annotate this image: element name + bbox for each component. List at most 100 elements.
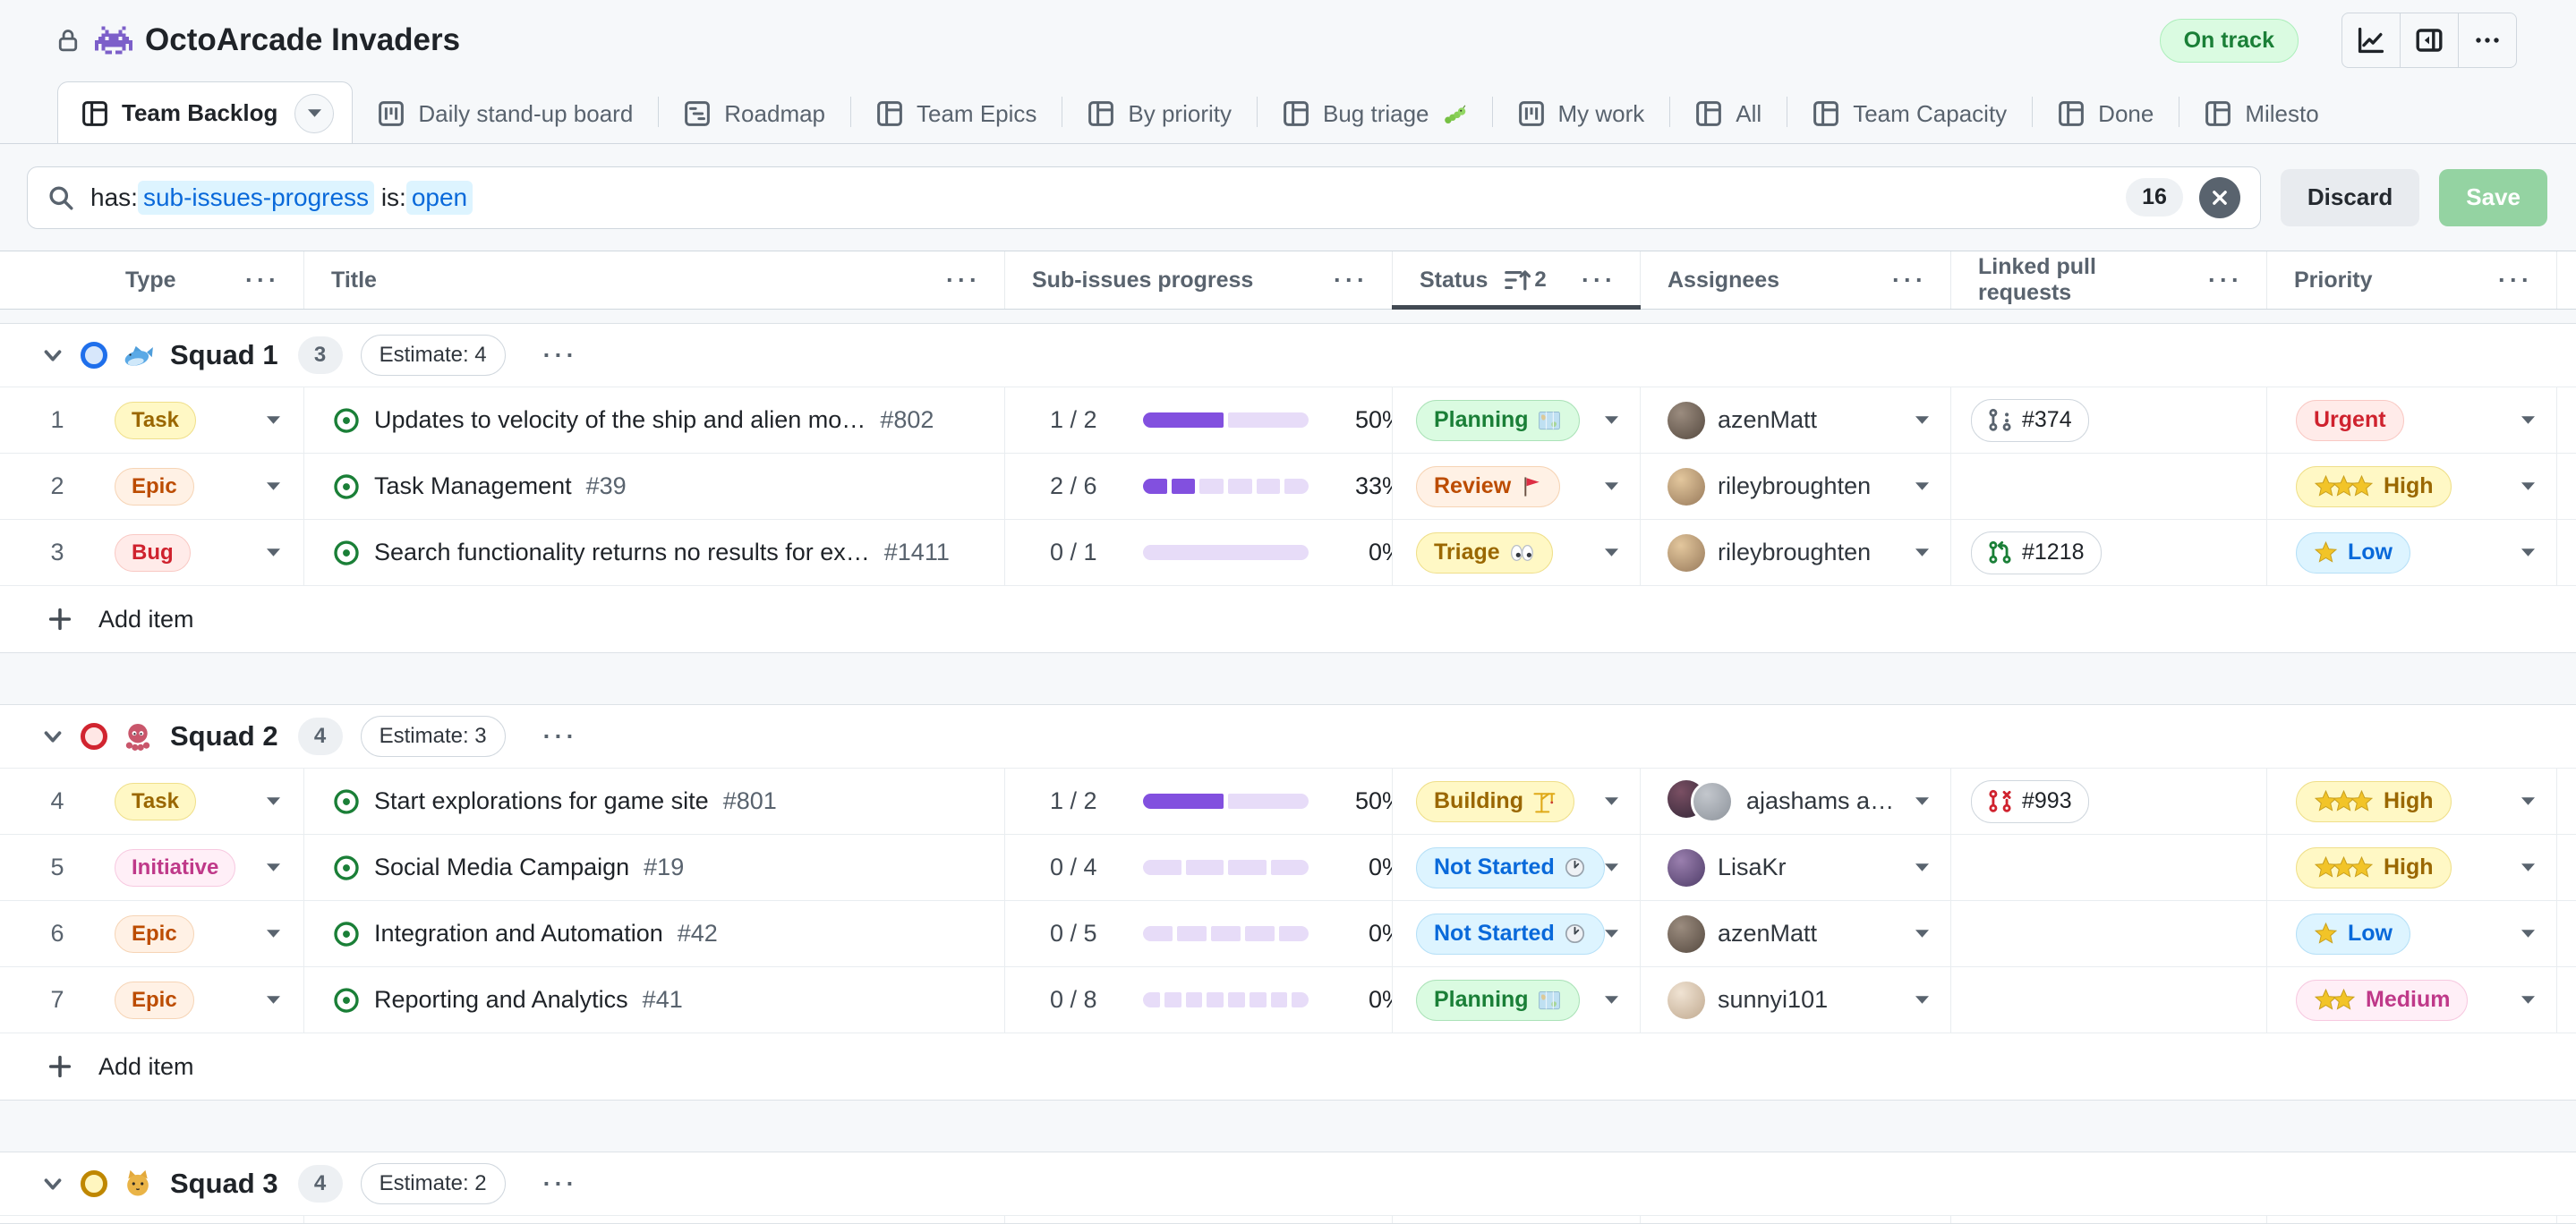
tab-label: My work bbox=[1558, 100, 1645, 128]
tab-done[interactable]: Done bbox=[2033, 84, 2179, 143]
cell-assignees[interactable]: azenMatt bbox=[1641, 387, 1951, 453]
cell-linked-pull-requests[interactable] bbox=[1951, 901, 2267, 966]
discard-button[interactable]: Discard bbox=[2281, 169, 2419, 226]
progress-segment bbox=[1279, 926, 1309, 941]
progress-fraction: 0 / 5 bbox=[1050, 920, 1120, 948]
collapse-chevron-icon[interactable] bbox=[39, 723, 66, 750]
cell-status[interactable]: Building bbox=[1393, 769, 1641, 834]
collapse-chevron-icon[interactable] bbox=[39, 1170, 66, 1197]
column-menu-button[interactable]: ··· bbox=[1892, 267, 1927, 294]
cell-priority[interactable]: High bbox=[2267, 454, 2557, 519]
cell-priority[interactable]: Low bbox=[2267, 520, 2557, 585]
cell-assignees[interactable]: sunnyi101 bbox=[1641, 967, 1951, 1033]
cell-linked-pull-requests[interactable] bbox=[1951, 835, 2267, 900]
cell-title[interactable]: Integration and Automation#42 bbox=[304, 901, 1005, 966]
group-menu-button[interactable]: ··· bbox=[543, 342, 578, 370]
cell-type[interactable]: 1Task bbox=[0, 387, 304, 453]
cell-title[interactable]: Search functionality returns no results … bbox=[304, 520, 1005, 585]
header-ellipsis-button[interactable] bbox=[2458, 13, 2516, 67]
plus-icon bbox=[47, 606, 73, 633]
group-menu-button[interactable]: ··· bbox=[543, 723, 578, 751]
cell-sub-issues-progress: 0 / 10% bbox=[1005, 520, 1393, 585]
cell-title[interactable]: Task Management#39 bbox=[304, 454, 1005, 519]
column-menu-button[interactable]: ··· bbox=[946, 267, 981, 294]
cell-linked-pull-requests[interactable] bbox=[1951, 967, 2267, 1033]
add-item-button[interactable]: Add item bbox=[0, 1033, 2576, 1100]
column-header-linked-pull-requests[interactable]: Linked pull requests··· bbox=[1951, 251, 2267, 309]
cell-sub-issues-progress: 1 / 250% bbox=[1005, 387, 1393, 453]
column-menu-button[interactable]: ··· bbox=[1334, 267, 1369, 294]
cell-type[interactable]: 7Epic bbox=[0, 967, 304, 1033]
cell-status[interactable]: Not Started bbox=[1393, 901, 1641, 966]
cell-status[interactable]: Not Started bbox=[1393, 835, 1641, 900]
filter-input[interactable]: has:sub-issues-progress is:open 16 bbox=[27, 166, 2261, 229]
tab-team-backlog[interactable]: Team Backlog bbox=[57, 81, 353, 144]
column-header-status[interactable]: Status2··· bbox=[1393, 251, 1641, 309]
cell-status[interactable]: Planning bbox=[1393, 967, 1641, 1033]
tab-daily-stand-up-board[interactable]: Daily stand-up board bbox=[353, 84, 658, 143]
cell-title[interactable]: Reporting and Analytics#41 bbox=[304, 967, 1005, 1033]
cell-assignees[interactable]: rileybroughten bbox=[1641, 454, 1951, 519]
progress-segment bbox=[1211, 926, 1241, 941]
column-header-title[interactable]: Title··· bbox=[304, 251, 1005, 309]
column-menu-button[interactable]: ··· bbox=[245, 267, 280, 294]
column-menu-button[interactable]: ··· bbox=[2498, 267, 2533, 294]
cell-status[interactable]: Planning bbox=[1393, 387, 1641, 453]
pull-request-link[interactable]: #1218 bbox=[1971, 531, 2102, 574]
column-header-priority[interactable]: Priority··· bbox=[2267, 251, 2557, 309]
column-header-sub-issues-progress[interactable]: Sub-issues progress··· bbox=[1005, 251, 1393, 309]
cell-priority[interactable]: High bbox=[2267, 835, 2557, 900]
column-menu-button[interactable]: ··· bbox=[2208, 267, 2243, 294]
cell-type[interactable]: 6Epic bbox=[0, 901, 304, 966]
cell-priority[interactable]: Medium bbox=[2267, 967, 2557, 1033]
column-header-assignees[interactable]: Assignees··· bbox=[1641, 251, 1951, 309]
cell-assignees[interactable]: ajashams and… bbox=[1641, 769, 1951, 834]
tab-menu-caret[interactable] bbox=[294, 94, 334, 133]
cell-assignees[interactable]: rileybroughten bbox=[1641, 520, 1951, 585]
cell-linked-pull-requests[interactable]: #374 bbox=[1951, 387, 2267, 453]
add-item-button[interactable]: Add item bbox=[0, 585, 2576, 652]
dropdown-caret-icon bbox=[267, 797, 280, 805]
side-panel-button[interactable] bbox=[2400, 13, 2458, 67]
clear-filter-button[interactable] bbox=[2199, 177, 2240, 218]
insights-chart-button[interactable] bbox=[2342, 13, 2400, 67]
cell-status[interactable]: Review bbox=[1393, 454, 1641, 519]
cell-title[interactable]: Start explorations for game site#801 bbox=[304, 769, 1005, 834]
partial-cell bbox=[0, 1216, 304, 1223]
cell-priority[interactable]: Urgent bbox=[2267, 387, 2557, 453]
cell-type[interactable]: 3Bug bbox=[0, 520, 304, 585]
save-button[interactable]: Save bbox=[2439, 169, 2547, 226]
progress-bar bbox=[1143, 992, 1309, 1007]
status-badge[interactable]: On track bbox=[2160, 19, 2299, 63]
cell-priority[interactable]: High bbox=[2267, 769, 2557, 834]
collapse-chevron-icon[interactable] bbox=[39, 342, 66, 369]
tab-by-priority[interactable]: By priority bbox=[1062, 84, 1257, 143]
group-menu-button[interactable]: ··· bbox=[543, 1170, 578, 1198]
table-icon bbox=[2205, 100, 2231, 127]
tab-team-epics[interactable]: Team Epics bbox=[851, 84, 1062, 143]
cell-type[interactable]: 2Epic bbox=[0, 454, 304, 519]
cell-title[interactable]: Social Media Campaign#19 bbox=[304, 835, 1005, 900]
pull-request-link[interactable]: #374 bbox=[1971, 399, 2089, 442]
cell-status[interactable]: Triage bbox=[1393, 520, 1641, 585]
cell-linked-pull-requests[interactable]: #1218 bbox=[1951, 520, 2267, 585]
tab-all[interactable]: All bbox=[1670, 84, 1787, 143]
column-menu-button[interactable]: ··· bbox=[1582, 267, 1616, 294]
tab-roadmap[interactable]: Roadmap bbox=[659, 84, 850, 143]
cell-title[interactable]: Updates to velocity of the ship and alie… bbox=[304, 387, 1005, 453]
pull-request-link[interactable]: #993 bbox=[1971, 780, 2089, 823]
cell-assignees[interactable]: azenMatt bbox=[1641, 901, 1951, 966]
status-pill: Not Started bbox=[1416, 914, 1605, 955]
tab-team-capacity[interactable]: Team Capacity bbox=[1787, 84, 2032, 143]
tab-bug-triage[interactable]: Bug triage bbox=[1258, 84, 1492, 143]
cell-type[interactable]: 4Task bbox=[0, 769, 304, 834]
cell-linked-pull-requests[interactable]: #993 bbox=[1951, 769, 2267, 834]
cell-assignees[interactable]: LisaKr bbox=[1641, 835, 1951, 900]
column-header-type[interactable]: Type··· bbox=[0, 251, 304, 309]
cell-priority[interactable]: Low bbox=[2267, 901, 2557, 966]
cell-type[interactable]: 5Initiative bbox=[0, 835, 304, 900]
tab-milesto[interactable]: Milesto bbox=[2179, 84, 2343, 143]
cell-linked-pull-requests[interactable] bbox=[1951, 454, 2267, 519]
tab-my-work[interactable]: My work bbox=[1493, 84, 1670, 143]
dropdown-caret-icon bbox=[1915, 797, 1929, 805]
